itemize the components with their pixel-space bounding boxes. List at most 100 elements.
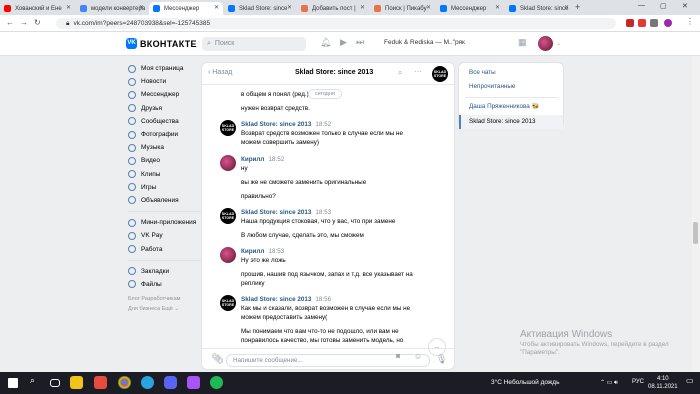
sidebar-item-ads[interactable]: Объявления — [128, 194, 208, 207]
filter-all-chats[interactable]: Все чаты — [469, 69, 496, 76]
telegram-icon[interactable] — [141, 376, 154, 389]
search-input[interactable]: ⌕ Поиск — [202, 37, 306, 51]
sidebar-item-friends[interactable]: Друзья — [128, 102, 208, 115]
chrome-icon[interactable] — [118, 376, 131, 389]
footer-links-2[interactable]: Для бизнеса Ещё ⌄ — [128, 304, 208, 314]
weather-widget[interactable]: 3°C Небольшой дождь — [491, 379, 559, 386]
sidebar-item-photos[interactable]: Фотографии — [128, 128, 208, 141]
language-indicator[interactable]: РУС — [632, 379, 644, 385]
avatar[interactable] — [538, 36, 553, 51]
puzzle-icon[interactable] — [650, 19, 658, 27]
extension-icon[interactable] — [638, 19, 646, 27]
back-button[interactable]: ‹ Назад — [208, 69, 232, 76]
close-icon[interactable]: ✕ — [495, 4, 500, 11]
clock[interactable]: 4:10 08.11.2021 — [648, 375, 678, 391]
sidebar-item-music[interactable]: Музыка — [128, 141, 208, 154]
sender-avatar[interactable] — [220, 247, 236, 263]
sidebar-item-clips[interactable]: Клипы — [128, 168, 208, 181]
next-track-icon[interactable]: ⏭︎ — [356, 37, 364, 48]
dialog-item[interactable]: Даша Пряженникова 🐝 — [469, 102, 539, 110]
browser-tab[interactable]: Sklad Store: since ✕ — [505, 2, 573, 15]
vk-logo[interactable]: VK ВКОНТАКТЕ — [126, 38, 197, 49]
task-view-icon[interactable] — [50, 379, 60, 387]
minimize-icon[interactable]: — — [638, 2, 645, 9]
search-icon[interactable]: ⌕ — [398, 68, 402, 78]
sender-name[interactable]: Sklad Store: since 2013 18:52 — [241, 121, 331, 128]
emoji-icon[interactable]: ☺ — [414, 352, 422, 361]
close-icon[interactable]: ✕ — [360, 4, 365, 11]
sender-avatar[interactable] — [220, 155, 236, 171]
scrollbar-thumb[interactable] — [693, 222, 698, 244]
extension-icon[interactable] — [626, 19, 634, 27]
sidebar-item-work[interactable]: Работа — [128, 242, 208, 255]
sender-avatar[interactable]: SKLAD STORE — [220, 295, 236, 311]
message-history[interactable]: в общем я понял (ред.) сегодня нужен воз… — [202, 86, 454, 356]
bell-icon[interactable]: 🔔︎ — [320, 37, 331, 48]
page-scrollbar[interactable] — [692, 56, 700, 372]
close-icon[interactable]: ✕ — [66, 4, 71, 11]
chat-title[interactable]: Sklad Store: since 2013 — [295, 69, 373, 76]
new-tab-button[interactable]: + — [575, 2, 580, 12]
reload-icon[interactable]: ↻ — [34, 18, 41, 27]
message-text: В любом случае, сделать это, мы сможем — [241, 232, 364, 239]
notification-icon[interactable]: ▭ — [686, 376, 699, 389]
apps-grid-icon[interactable]: ▦ — [518, 37, 527, 48]
app-icon[interactable] — [94, 376, 107, 389]
sidebar-item-news[interactable]: Новости — [128, 75, 208, 88]
browser-tab[interactable]: модели конвертера ✕ — [76, 2, 148, 15]
sidebar-item-communities[interactable]: Сообщества — [128, 115, 208, 128]
discord-icon[interactable] — [164, 376, 177, 389]
sidebar-item-files[interactable]: Файлы — [128, 278, 208, 291]
message-text: прошив, нашив под язычком, запах и т.д. … — [241, 271, 413, 278]
browser-tab[interactable]: Мессенджер ✕ — [436, 2, 504, 15]
sidebar-item-games[interactable]: Игры — [128, 181, 208, 194]
sender-name[interactable]: Sklad Store: since 2013 18:56 — [241, 296, 331, 303]
browser-tab[interactable]: Хованский и Ене ✕ — [0, 2, 75, 15]
sender-name[interactable]: Кирилл 18:53 — [241, 248, 284, 255]
close-icon[interactable]: ✕ — [287, 4, 292, 11]
close-icon[interactable]: ✕ — [139, 4, 144, 11]
sidebar-item-mini-apps[interactable]: Мини-приложения — [128, 216, 208, 229]
chat-avatar[interactable]: SKLAD STORE — [432, 66, 448, 82]
paperclip-icon[interactable]: 📎︎ — [211, 354, 224, 365]
vk-icon — [509, 5, 516, 12]
system-tray[interactable]: ⌃ ▭ 🔊︎ — [600, 379, 618, 387]
close-icon[interactable]: ✕ — [564, 4, 569, 11]
search-icon[interactable]: ⌕ — [30, 375, 43, 388]
close-window-icon[interactable]: ✕ — [682, 2, 688, 10]
chevron-down-icon[interactable]: ⌄ — [556, 40, 561, 47]
microphone-icon[interactable]: 🎙︎ — [436, 354, 447, 365]
browser-tab[interactable]: Добавить пост | ✕ — [297, 2, 369, 15]
close-icon[interactable]: ✕ — [426, 4, 431, 11]
sender-name[interactable]: Sklad Store: since 2013 18:53 — [241, 209, 331, 216]
filter-unread[interactable]: Непрочитанные — [469, 83, 515, 90]
sender-name[interactable]: Кирилл 18:52 — [241, 156, 284, 163]
app-icon[interactable] — [187, 376, 200, 389]
now-playing-track[interactable]: Feduk & Rediska — М.."ряк — [384, 39, 465, 46]
sidebar-item-video[interactable]: Видео — [128, 154, 208, 167]
close-icon[interactable]: ✕ — [214, 4, 219, 11]
sidebar-item-bookmarks[interactable]: Закладки — [128, 265, 208, 278]
explorer-icon[interactable] — [70, 376, 83, 389]
more-dots-icon[interactable]: ··· — [414, 67, 422, 76]
browser-tab-active[interactable]: Мессенджер ✕ — [149, 2, 223, 15]
spotify-icon[interactable] — [210, 376, 223, 389]
camera-icon[interactable]: ◙ — [396, 353, 400, 360]
profile-icon[interactable] — [664, 19, 672, 27]
footer-links-1[interactable]: Блог Разработчикам — [128, 294, 208, 304]
sidebar-item-messenger[interactable]: Мессенджер — [128, 88, 208, 101]
sidebar-item-my-page[interactable]: Моя страница — [128, 62, 208, 75]
browser-tab[interactable]: Поиск | Пикабу ✕ — [370, 2, 435, 15]
dialog-item-selected[interactable]: Sklad Store: since 2013 — [459, 115, 563, 129]
sender-avatar[interactable]: SKLAD STORE — [220, 208, 236, 224]
browser-tab[interactable]: Sklad Store: since ✕ — [224, 2, 296, 15]
play-icon[interactable]: ▶ — [340, 37, 347, 48]
menu-dots-icon[interactable]: ⋮ — [686, 17, 694, 26]
back-arrow-icon[interactable]: ← — [6, 18, 14, 27]
windows-start-icon[interactable] — [8, 378, 18, 388]
sender-avatar[interactable]: SKLAD STORE — [220, 120, 236, 136]
forward-arrow-icon[interactable]: → — [20, 18, 28, 27]
maximize-icon[interactable]: ▢ — [660, 2, 667, 10]
url-field[interactable]: 🔒︎ vk.com/im?peers=248703938&sel=-1257453… — [56, 18, 616, 29]
sidebar-item-vk-pay[interactable]: VK Pay — [128, 229, 208, 242]
